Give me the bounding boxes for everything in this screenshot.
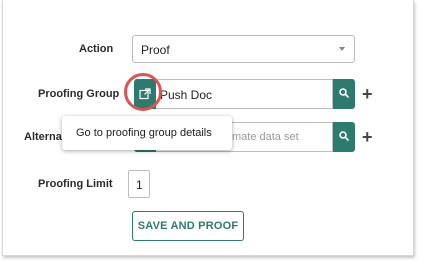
action-select[interactable]: Proof: [132, 35, 355, 63]
tooltip-text: Go to proofing group details: [76, 127, 212, 139]
proofing-limit-input[interactable]: 1: [128, 170, 150, 198]
search-icon: [338, 87, 350, 99]
add-proofing-group-button[interactable]: +: [362, 85, 373, 103]
chevron-down-icon: [339, 47, 345, 51]
plus-icon: +: [362, 84, 373, 104]
proofing-group-search-button[interactable]: [333, 79, 355, 109]
proofing-limit-label: Proofing Limit: [38, 178, 113, 190]
action-label: Action: [79, 43, 114, 55]
plus-icon: +: [362, 127, 373, 147]
save-and-proof-button[interactable]: SAVE AND PROOF: [132, 211, 244, 241]
proofing-limit-value: 1: [136, 178, 143, 192]
action-select-value: Proof: [141, 43, 170, 57]
alternate-search-button[interactable]: [333, 122, 355, 152]
proofing-group-field[interactable]: Push Doc: [156, 79, 333, 109]
alternate-data-set-placeholder: mate data set: [232, 131, 299, 143]
proofing-form-panel: Action Proof Proofing Group Push Doc + A…: [2, 0, 414, 256]
search-icon: [338, 130, 350, 142]
highlight-ring: [124, 73, 162, 111]
proofing-group-label: Proofing Group: [38, 88, 120, 100]
add-alternate-button[interactable]: +: [362, 128, 373, 146]
tooltip: Go to proofing group details: [62, 116, 232, 150]
proofing-group-value: Push Doc: [160, 88, 213, 102]
alternate-label: Alternat: [24, 131, 66, 143]
